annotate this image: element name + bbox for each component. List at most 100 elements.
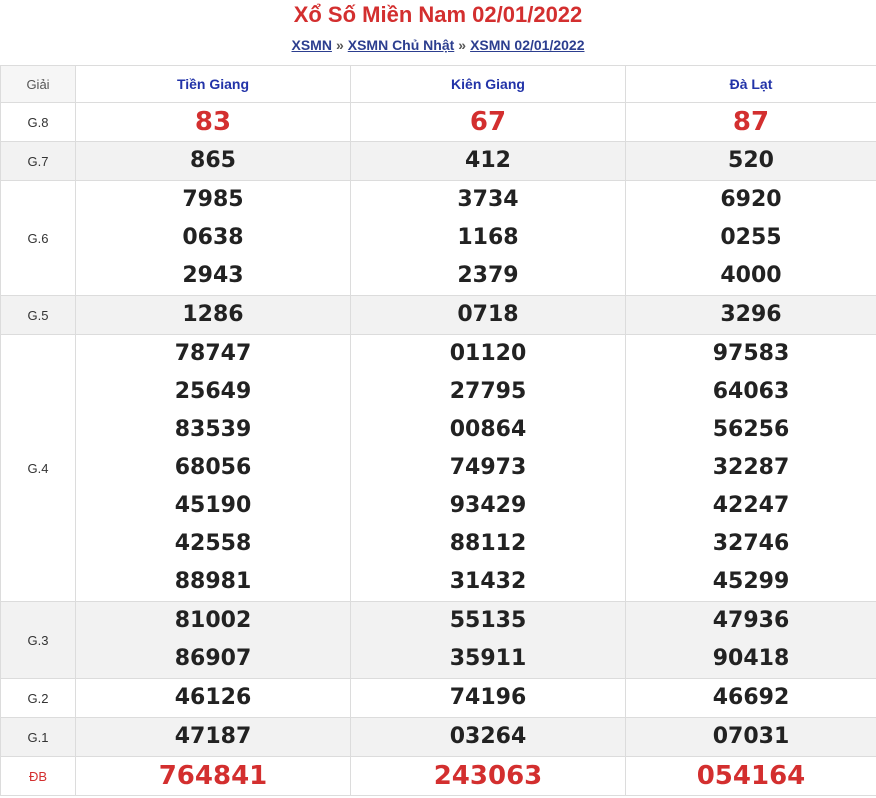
prize-cell: 47187 (75, 717, 351, 757)
prize-row: G.3 81002 86907 55135 35911 47936 90418 (0, 601, 876, 679)
prize-number: 35911 (449, 646, 527, 671)
prize-column-header: Giải (0, 65, 76, 103)
prize-label: G.3 (0, 601, 76, 679)
prize-number: 97583 (712, 341, 790, 366)
prize-label: G.1 (0, 717, 76, 757)
prize-number: 74973 (449, 455, 527, 480)
prize-number: 81002 (174, 608, 252, 633)
prize-number: 6920 (720, 187, 782, 212)
prize-number: 32287 (712, 455, 790, 480)
prize-number: 07031 (712, 724, 790, 749)
prize-cell: 67 (350, 102, 626, 142)
page-title: Xổ Số Miền Nam 02/01/2022 (293, 2, 583, 27)
prize-number: 412 (465, 148, 511, 173)
prize-number: 27795 (449, 379, 527, 404)
prize-label: G.8 (0, 102, 76, 142)
prize-number: 93429 (449, 493, 527, 518)
prize-number: 47187 (174, 724, 252, 749)
breadcrumb-link-xsmn[interactable]: XSMN (291, 37, 331, 53)
prize-number: 88112 (449, 531, 527, 556)
prize-number: 0255 (720, 225, 782, 250)
prize-number: 7985 (182, 187, 244, 212)
prize-number: 3734 (457, 187, 519, 212)
prize-number: 68056 (174, 455, 252, 480)
prize-number: 46126 (174, 685, 252, 710)
prize-number: 90418 (712, 646, 790, 671)
prize-row: G.8 83 67 87 (0, 102, 876, 142)
prize-number: 45299 (712, 569, 790, 594)
prize-cell: 7985 0638 2943 (75, 180, 351, 296)
prize-number: 764841 (158, 761, 268, 791)
province-header: Tiền Giang (75, 65, 351, 103)
prize-number: 25649 (174, 379, 252, 404)
prize-row: G.1 47187 03264 07031 (0, 717, 876, 757)
prize-cell: 1286 (75, 295, 351, 335)
prize-label: G.6 (0, 180, 76, 296)
prize-cell: 78747 25649 83539 68056 45190 42558 88981 (75, 334, 351, 602)
prize-number: 0638 (182, 225, 244, 250)
prize-number: 1168 (457, 225, 519, 250)
prize-number: 87 (732, 107, 770, 137)
prize-cell: 412 (350, 141, 626, 181)
prize-cell: 3296 (625, 295, 876, 335)
breadcrumb-link-date[interactable]: XSMN 02/01/2022 (470, 37, 584, 53)
prize-cell: 054164 (625, 756, 876, 796)
breadcrumb-separator: » (458, 37, 467, 53)
prize-number: 0718 (457, 302, 519, 327)
results-table: Giải Tiền Giang Kiên Giang Đà Lạt G.8 83 6… (0, 65, 876, 796)
prize-cell: 46126 (75, 678, 351, 718)
prize-number: 42558 (174, 531, 252, 556)
prize-label: ĐB (0, 756, 76, 796)
prize-cell: 865 (75, 141, 351, 181)
prize-number: 45190 (174, 493, 252, 518)
breadcrumb: XSMN» XSMN Chủ Nhật» XSMN 02/01/2022 (0, 30, 876, 60)
prize-number: 054164 (696, 761, 806, 791)
prize-cell: 03264 (350, 717, 626, 757)
prize-cell: 0718 (350, 295, 626, 335)
prize-number: 88981 (174, 569, 252, 594)
prize-number: 2943 (182, 263, 244, 288)
prize-number: 74196 (449, 685, 527, 710)
prize-number: 2379 (457, 263, 519, 288)
province-header: Kiên Giang (350, 65, 626, 103)
prize-number: 32746 (712, 531, 790, 556)
prize-cell: 55135 35911 (350, 601, 626, 679)
prize-label: G.7 (0, 141, 76, 181)
prize-number: 00864 (449, 417, 527, 442)
prize-number: 1286 (182, 302, 244, 327)
prize-row: G.5 1286 0718 3296 (0, 295, 876, 335)
prize-number: 86907 (174, 646, 252, 671)
breadcrumb-link-weekday[interactable]: XSMN Chủ Nhật (348, 37, 455, 53)
prize-number: 78747 (174, 341, 252, 366)
prize-cell: 81002 86907 (75, 601, 351, 679)
prize-number: 865 (190, 148, 236, 173)
header-row: Giải Tiền Giang Kiên Giang Đà Lạt (0, 65, 876, 103)
prize-cell: 520 (625, 141, 876, 181)
prize-row: G.4 78747 25649 83539 68056 45190 42558 88981 01… (0, 334, 876, 602)
prize-number: 4000 (720, 263, 782, 288)
prize-row: G.2 46126 74196 46692 (0, 678, 876, 718)
prize-number: 243063 (433, 761, 543, 791)
prize-number: 3296 (720, 302, 782, 327)
prize-number: 67 (469, 107, 507, 137)
prize-number: 47936 (712, 608, 790, 633)
prize-number: 55135 (449, 608, 527, 633)
prize-number: 520 (728, 148, 774, 173)
prize-cell: 01120 27795 00864 74973 93429 88112 31432 (350, 334, 626, 602)
prize-number: 03264 (449, 724, 527, 749)
prize-number: 42247 (712, 493, 790, 518)
prize-number: 83539 (174, 417, 252, 442)
prize-number: 01120 (449, 341, 527, 366)
province-header: Đà Lạt (625, 65, 876, 103)
prize-row: G.6 7985 0638 2943 3734 1168 2379 6920 0255 4000 (0, 180, 876, 296)
prize-cell: 3734 1168 2379 (350, 180, 626, 296)
prize-row: ĐB 764841 243063 054164 (0, 756, 876, 796)
prize-cell: 243063 (350, 756, 626, 796)
prize-number: 83 (194, 107, 232, 137)
prize-label: G.4 (0, 334, 76, 602)
prize-number: 31432 (449, 569, 527, 594)
prize-cell: 6920 0255 4000 (625, 180, 876, 296)
prize-cell: 97583 64063 56256 32287 42247 32746 45299 (625, 334, 876, 602)
prize-number: 56256 (712, 417, 790, 442)
prize-label: G.2 (0, 678, 76, 718)
